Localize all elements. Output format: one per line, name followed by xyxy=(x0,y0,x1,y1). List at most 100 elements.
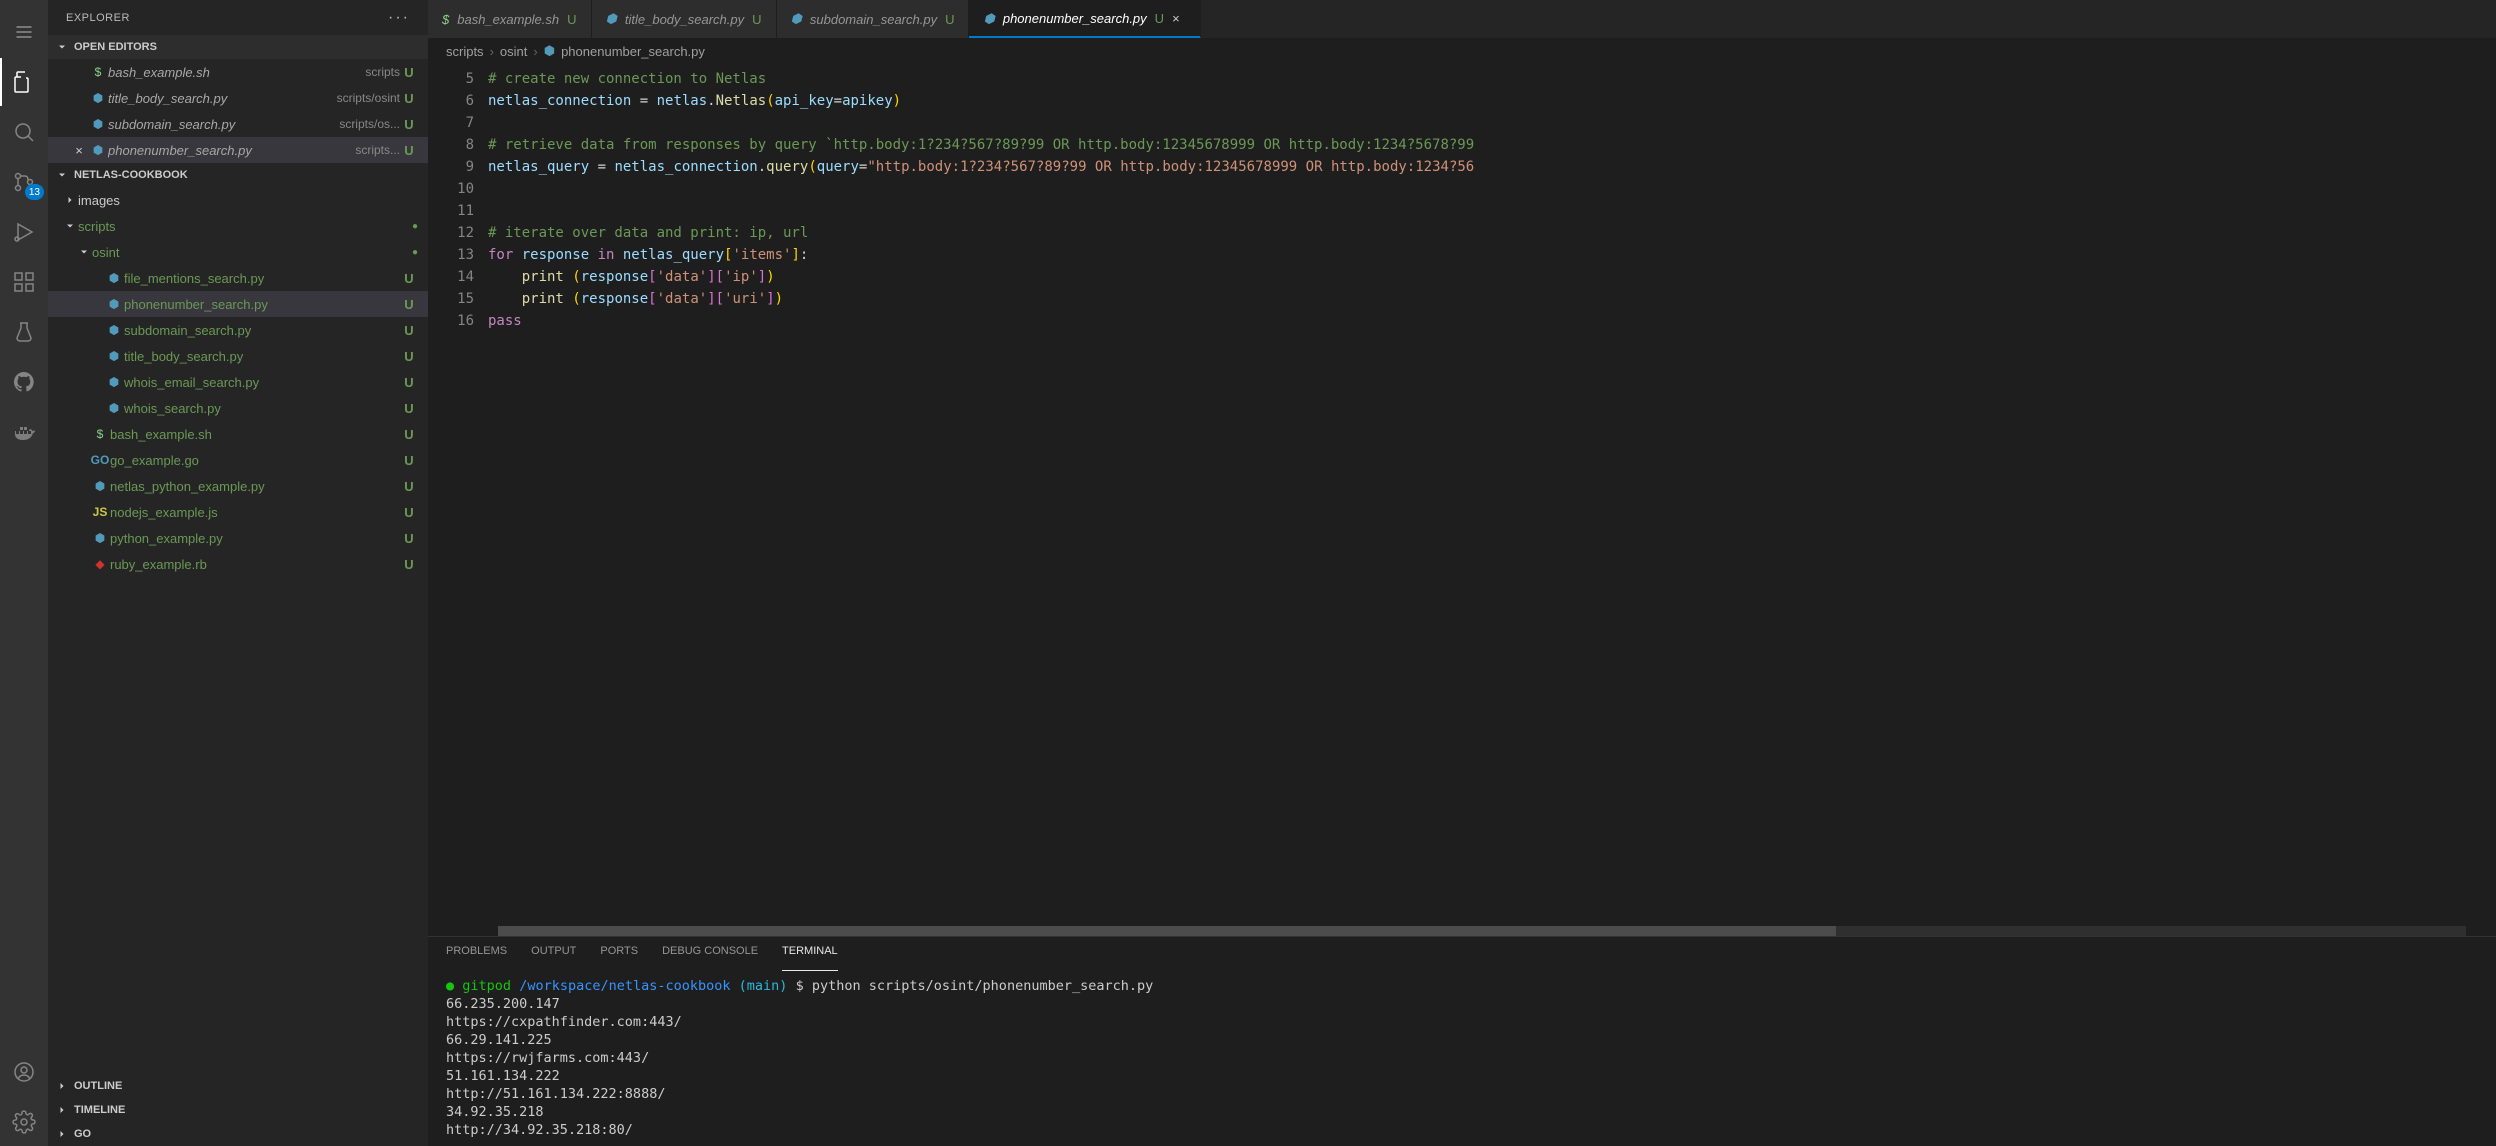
open-editor-item[interactable]: ⬢title_body_search.pyscripts/osintU xyxy=(48,85,428,111)
chevron-down-icon xyxy=(54,167,70,183)
file-name: bash_example.sh xyxy=(110,427,400,442)
bash-file-icon: $ xyxy=(442,12,449,27)
code-content[interactable]: # create new connection to Netlasnetlas_… xyxy=(488,64,2496,936)
open-editor-item[interactable]: ×⬢phonenumber_search.pyscripts...U xyxy=(48,137,428,163)
extensions-icon[interactable] xyxy=(0,258,48,306)
source-control-icon[interactable]: 13 xyxy=(0,158,48,206)
py-file-icon: ⬢ xyxy=(90,479,110,493)
py-file-icon: ⬢ xyxy=(606,11,617,27)
spacer[interactable] xyxy=(70,117,88,132)
folder-item[interactable]: osint● xyxy=(48,239,428,265)
file-name: whois_email_search.py xyxy=(124,375,400,390)
panel-tab-problems[interactable]: PROBLEMS xyxy=(446,945,507,971)
py-file-icon: ⬢ xyxy=(104,401,124,415)
spacer[interactable] xyxy=(70,65,88,80)
tab-label: subdomain_search.py xyxy=(810,12,937,27)
terminal-path: /workspace/netlas-cookbook xyxy=(519,978,730,994)
breadcrumb[interactable]: scripts › osint › ⬢ phonenumber_search.p… xyxy=(428,38,2496,64)
close-icon[interactable]: × xyxy=(1172,11,1186,26)
chevron-right-icon: › xyxy=(490,44,494,59)
open-editor-item[interactable]: $bash_example.shscriptsU xyxy=(48,59,428,85)
main-area: $bash_example.shU⬢title_body_search.pyU⬢… xyxy=(428,0,2496,1146)
terminal-output: 66.235.200.147https://cxpathfinder.com:4… xyxy=(446,995,2478,1139)
file-item[interactable]: ⬢phonenumber_search.pyU xyxy=(48,291,428,317)
file-name: subdomain_search.py xyxy=(108,117,333,132)
file-item[interactable]: GOgo_example.goU xyxy=(48,447,428,473)
file-item[interactable]: ⬢whois_email_search.pyU xyxy=(48,369,428,395)
folder-name: images xyxy=(78,193,418,208)
modified-dot-icon: ● xyxy=(412,221,418,232)
panel-tabs: PROBLEMS OUTPUT PORTS DEBUG CONSOLE TERMINAL xyxy=(428,937,2496,971)
settings-gear-icon[interactable] xyxy=(0,1098,48,1146)
file-item[interactable]: ⬢title_body_search.pyU xyxy=(48,343,428,369)
panel-tab-terminal[interactable]: TERMINAL xyxy=(782,945,838,971)
sidebar-title: EXPLORER xyxy=(66,12,130,24)
menu-icon[interactable] xyxy=(0,8,48,56)
terminal[interactable]: ● gitpod /workspace/netlas-cookbook (mai… xyxy=(428,971,2496,1146)
editor-tab[interactable]: ⬢phonenumber_search.pyU× xyxy=(969,0,1201,38)
docker-icon[interactable] xyxy=(0,408,48,456)
run-debug-icon[interactable] xyxy=(0,208,48,256)
bottom-panel: PROBLEMS OUTPUT PORTS DEBUG CONSOLE TERMINAL… xyxy=(428,936,2496,1146)
file-name: nodejs_example.js xyxy=(110,505,400,520)
file-item[interactable]: ⬢subdomain_search.pyU xyxy=(48,317,428,343)
github-icon[interactable] xyxy=(0,358,48,406)
code-editor[interactable]: 5678910111213141516 # create new connect… xyxy=(428,64,2496,936)
file-item[interactable]: ⬢whois_search.pyU xyxy=(48,395,428,421)
ellipsis-icon[interactable]: ··· xyxy=(388,9,410,27)
py-file-icon: ⬢ xyxy=(104,297,124,311)
file-item[interactable]: ◆ruby_example.rbU xyxy=(48,551,428,577)
explorer-icon[interactable] xyxy=(0,58,48,106)
outline-section[interactable]: OUTLINE xyxy=(48,1074,428,1098)
horizontal-scrollbar[interactable] xyxy=(498,926,2466,936)
testing-icon[interactable] xyxy=(0,308,48,356)
open-editor-item[interactable]: ⬢subdomain_search.pyscripts/os...U xyxy=(48,111,428,137)
file-path: scripts/os... xyxy=(339,117,400,131)
file-item[interactable]: ⬢python_example.pyU xyxy=(48,525,428,551)
timeline-section[interactable]: TIMELINE xyxy=(48,1098,428,1122)
file-item[interactable]: $bash_example.shU xyxy=(48,421,428,447)
editor-tab[interactable]: ⬢title_body_search.pyU xyxy=(592,0,777,38)
go-section[interactable]: GO xyxy=(48,1122,428,1146)
git-status: U xyxy=(400,375,418,390)
folder-item[interactable]: scripts● xyxy=(48,213,428,239)
git-status: U xyxy=(400,143,418,158)
editor-tab[interactable]: $bash_example.shU xyxy=(428,0,592,38)
panel-tab-debug-console[interactable]: DEBUG CONSOLE xyxy=(662,945,758,971)
file-item[interactable]: ⬢netlas_python_example.pyU xyxy=(48,473,428,499)
git-status: U xyxy=(400,323,418,338)
open-editors-section[interactable]: OPEN EDITORS xyxy=(48,35,428,59)
py-file-icon: ⬢ xyxy=(88,91,108,105)
python-icon: ⬢ xyxy=(544,43,555,59)
git-status: U xyxy=(400,91,418,106)
chevron-right-icon xyxy=(54,1126,70,1142)
py-file-icon: ⬢ xyxy=(104,271,124,285)
workspace-section[interactable]: NETLAS-COOKBOOK xyxy=(48,163,428,187)
py-file-icon: ⬢ xyxy=(983,11,994,27)
editor-tab[interactable]: ⬢subdomain_search.pyU xyxy=(777,0,970,38)
line-numbers: 5678910111213141516 xyxy=(428,64,488,936)
js-file-icon: JS xyxy=(90,505,110,519)
git-status: U xyxy=(400,453,418,468)
git-status: U xyxy=(400,531,418,546)
chevron-right-icon xyxy=(54,1102,70,1118)
panel-tab-output[interactable]: OUTPUT xyxy=(531,945,576,971)
file-item[interactable]: JSnodejs_example.jsU xyxy=(48,499,428,525)
accounts-icon[interactable] xyxy=(0,1048,48,1096)
file-name: python_example.py xyxy=(110,531,400,546)
spacer[interactable] xyxy=(70,91,88,106)
file-name: go_example.go xyxy=(110,453,400,468)
search-icon[interactable] xyxy=(0,108,48,156)
chevron-right-icon: › xyxy=(533,44,537,59)
folder-name: scripts xyxy=(78,219,412,234)
scrollbar-thumb[interactable] xyxy=(498,926,1836,936)
file-name: file_mentions_search.py xyxy=(124,271,400,286)
py-file-icon: ⬢ xyxy=(104,349,124,363)
panel-tab-ports[interactable]: PORTS xyxy=(600,945,638,971)
file-name: subdomain_search.py xyxy=(124,323,400,338)
file-path: scripts xyxy=(365,65,400,79)
folder-item[interactable]: images xyxy=(48,187,428,213)
git-status: U xyxy=(400,557,418,572)
close-icon[interactable]: × xyxy=(70,143,88,158)
file-item[interactable]: ⬢file_mentions_search.pyU xyxy=(48,265,428,291)
